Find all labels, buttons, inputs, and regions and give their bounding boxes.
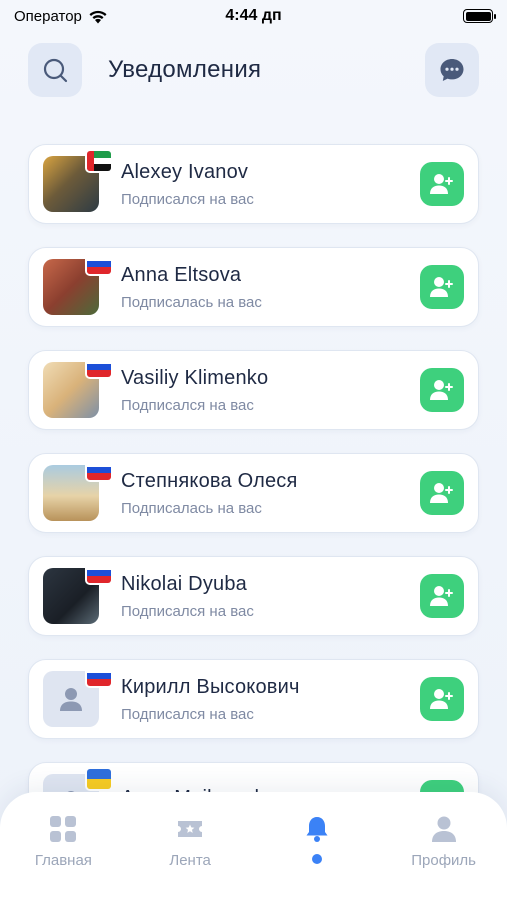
notification-text: Подписался на вас [121, 602, 254, 620]
follow-back-button[interactable] [420, 162, 464, 206]
wifi-icon [89, 10, 107, 23]
add-user-icon [430, 380, 453, 400]
user-icon [431, 816, 456, 842]
notifications-list: Alexey Ivanov Подписался на вас Anna Eltso… [28, 144, 479, 865]
tab-profile-label: Профиль [411, 852, 476, 869]
follow-back-button[interactable] [420, 368, 464, 412]
ukraine-flag-icon [85, 767, 113, 791]
uae-flag-icon [85, 149, 113, 173]
battery-icon [463, 9, 496, 23]
add-user-icon [430, 483, 453, 503]
notification-info: Степнякова Олеся Подписалась на вас [121, 470, 420, 517]
tab-home-label: Главная [34, 852, 92, 869]
notification-card[interactable]: Alexey Ivanov Подписался на вас [28, 144, 479, 224]
avatar-container [43, 458, 113, 521]
russia-flag-icon [85, 561, 113, 585]
add-user-icon [430, 586, 453, 606]
russia-flag-icon [85, 458, 113, 482]
notification-text: Подписался на вас [121, 396, 254, 414]
notification-card[interactable]: Vasiliy Klimenko Подписался на вас [28, 350, 479, 430]
follow-back-button[interactable] [420, 471, 464, 515]
notifications-screen: Оператор 4:44 дп Уведомления Alexey Ivan… [0, 0, 507, 900]
follow-back-button[interactable] [420, 265, 464, 309]
search-button[interactable] [28, 43, 82, 97]
status-bar: Оператор 4:44 дп [0, 0, 507, 32]
page-title: Уведомления [108, 56, 262, 83]
chat-bubble-icon [440, 59, 464, 81]
user-placeholder-icon [60, 688, 82, 711]
header: Уведомления [28, 43, 479, 97]
user-name[interactable]: Alexey Ivanov [121, 161, 420, 184]
notification-text: Подписалась на вас [121, 293, 262, 311]
bell-icon [306, 817, 328, 842]
add-user-icon [430, 277, 453, 297]
notification-text: Подписался на вас [121, 705, 254, 723]
follow-back-button[interactable] [420, 574, 464, 618]
user-name[interactable]: Степнякова Олеся [121, 470, 420, 493]
notification-info: Alexey Ivanov Подписался на вас [121, 161, 420, 208]
notification-card[interactable]: Nikolai Dyuba Подписался на вас [28, 556, 479, 636]
avatar-container [43, 149, 113, 212]
tab-feed-label: Лента [169, 852, 211, 869]
tab-notifications[interactable] [262, 814, 372, 900]
avatar-container [43, 252, 113, 315]
notification-info: Кирилл Высокович Подписался на вас [121, 676, 420, 723]
tab-bar: Главная Лента Профиль [0, 792, 507, 900]
notification-card[interactable]: Степнякова Олеся Подписалась на вас [28, 453, 479, 533]
user-name[interactable]: Кирилл Высокович [121, 676, 420, 699]
messages-button[interactable] [425, 43, 479, 97]
ticket-icon [178, 821, 203, 837]
user-name[interactable]: Anna Eltsova [121, 264, 420, 287]
russia-flag-icon [85, 355, 113, 379]
follow-back-button[interactable] [420, 677, 464, 721]
tab-feed[interactable]: Лента [135, 814, 245, 900]
active-tab-indicator [311, 854, 322, 864]
notification-card[interactable]: Кирилл Высокович Подписался на вас [28, 659, 479, 739]
search-icon [43, 58, 68, 83]
notification-card[interactable]: Anna Eltsova Подписалась на вас [28, 247, 479, 327]
add-user-icon [430, 174, 453, 194]
notification-info: Nikolai Dyuba Подписался на вас [121, 573, 420, 620]
russia-flag-icon [85, 664, 113, 688]
tab-home[interactable]: Главная [8, 814, 118, 900]
avatar-container [43, 355, 113, 418]
avatar-container [43, 561, 113, 624]
notification-text: Подписалась на вас [121, 499, 262, 517]
add-user-icon [430, 689, 453, 709]
user-name[interactable]: Nikolai Dyuba [121, 573, 420, 596]
notification-text: Подписался на вас [121, 190, 254, 208]
carrier-label: Оператор [14, 7, 82, 25]
notification-info: Vasiliy Klimenko Подписался на вас [121, 367, 420, 414]
avatar-container [43, 664, 113, 727]
tab-profile[interactable]: Профиль [389, 814, 499, 900]
user-name[interactable]: Vasiliy Klimenko [121, 367, 420, 390]
notification-info: Anna Eltsova Подписалась на вас [121, 264, 420, 311]
clock: 4:44 дп [225, 7, 282, 24]
russia-flag-icon [85, 252, 113, 276]
grid-icon [50, 816, 77, 842]
status-left: Оператор [14, 8, 108, 25]
